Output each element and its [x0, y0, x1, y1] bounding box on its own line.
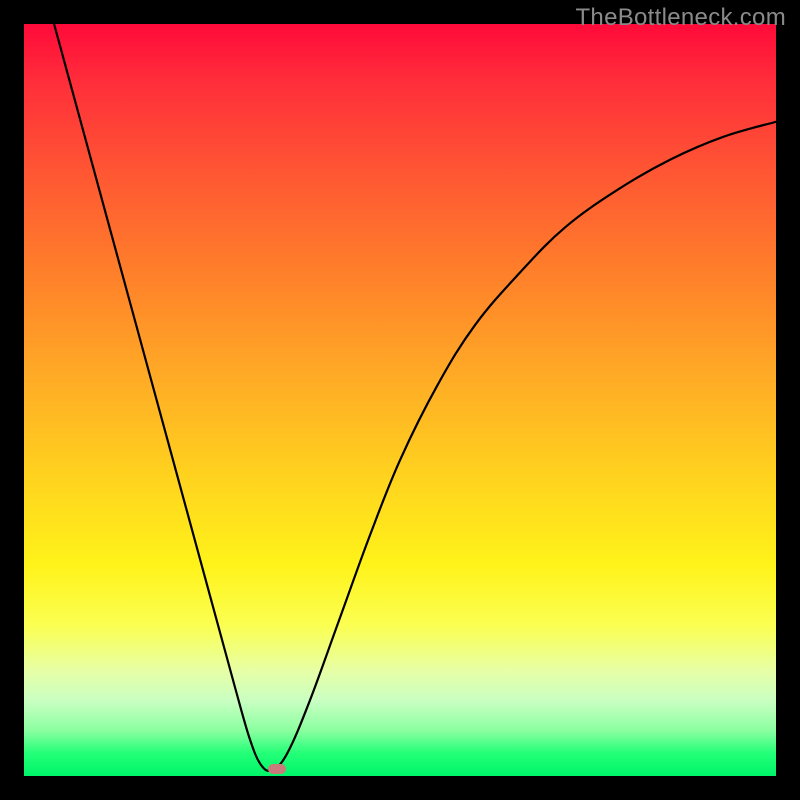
minimum-marker [268, 764, 286, 774]
plot-area [24, 24, 776, 776]
curve-svg [24, 24, 776, 776]
watermark-text: TheBottleneck.com [575, 4, 786, 32]
chart-frame: TheBottleneck.com [0, 0, 800, 800]
bottleneck-curve [54, 24, 776, 771]
